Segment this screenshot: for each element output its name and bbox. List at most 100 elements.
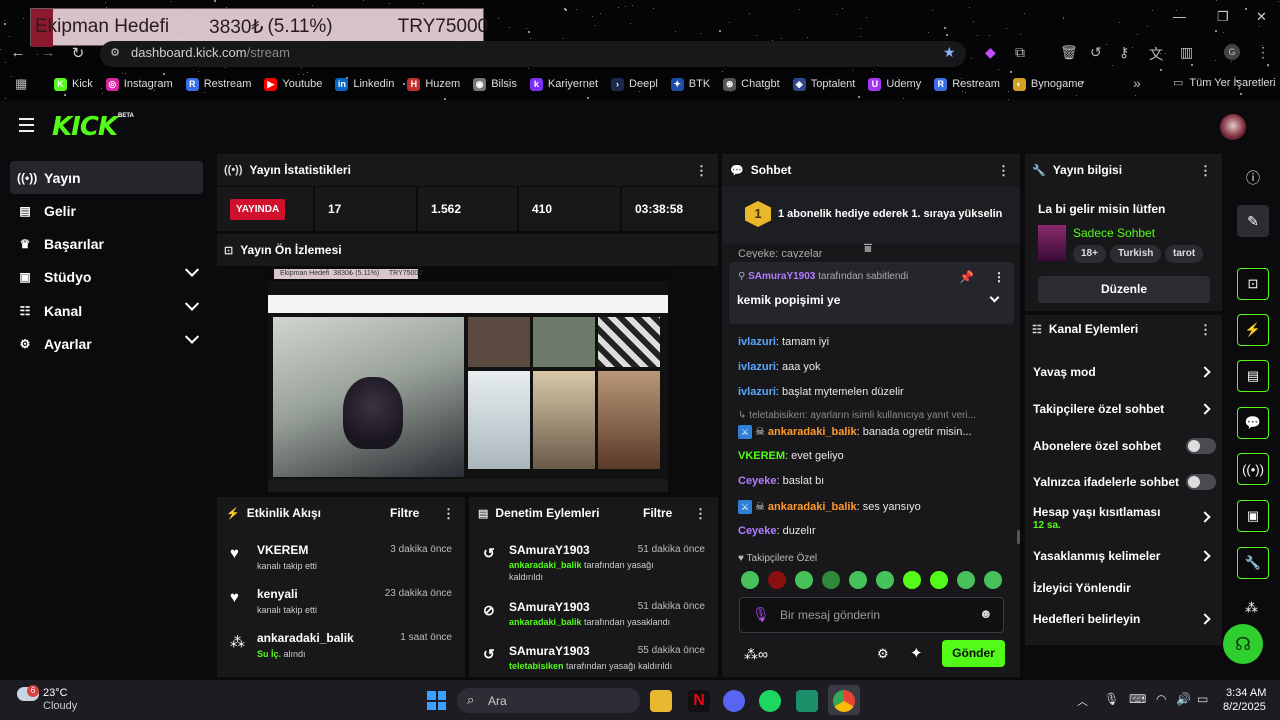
- edit-button[interactable]: Düzenle: [1038, 276, 1210, 303]
- sidebar-item-5[interactable]: ⚙ Ayarlar: [10, 327, 203, 360]
- stats-more-icon[interactable]: ⋮: [695, 163, 708, 179]
- apps-grid-icon[interactable]: ▦: [15, 76, 27, 92]
- moderation-user[interactable]: SAmuraY1903: [509, 600, 590, 614]
- bookmark-btk[interactable]: ✦ BTK: [670, 77, 710, 91]
- restore-icon[interactable]: ❐: [1217, 9, 1229, 25]
- channel-action-label[interactable]: Yavaş mod: [1033, 365, 1096, 379]
- bookmark-restream[interactable]: R Restream: [185, 77, 251, 91]
- chevron-down-icon[interactable]: [184, 262, 200, 277]
- all-bookmarks-link[interactable]: ▭ Tüm Yer İşaretleri: [1173, 76, 1276, 89]
- netflix-icon[interactable]: N: [688, 690, 710, 712]
- moderation-user[interactable]: SAmuraY1903: [509, 644, 590, 658]
- chat-username[interactable]: Ceyeke: [738, 525, 777, 537]
- bookmark-star-icon[interactable]: ★: [943, 44, 956, 61]
- bookmark-kick[interactable]: K Kick: [54, 77, 93, 91]
- emote-8[interactable]: [930, 571, 948, 589]
- chat-username[interactable]: ivlazuri: [738, 336, 776, 348]
- rail-layout-icon[interactable]: ▣: [1237, 500, 1269, 532]
- collapse-banner-icon[interactable]: ⩸: [864, 240, 872, 256]
- chat-scrollbar[interactable]: [1017, 530, 1020, 544]
- translate-icon[interactable]: 文: [1149, 44, 1163, 64]
- puzzle-icon[interactable]: ⧉: [1015, 44, 1025, 61]
- bookmark-youtube[interactable]: ▶ Youtube: [264, 77, 322, 91]
- history-icon[interactable]: ↺: [1090, 44, 1102, 61]
- rail-broadcast-icon[interactable]: ((•)): [1237, 453, 1269, 485]
- emote-5[interactable]: [849, 571, 867, 589]
- keyboard-icon[interactable]: ⌨: [1129, 692, 1146, 706]
- moderation-user[interactable]: SAmuraY1903: [509, 543, 590, 557]
- user-avatar[interactable]: [1220, 114, 1246, 140]
- sidebar-item-4[interactable]: ☷ Kanal: [10, 294, 203, 327]
- profile-icon[interactable]: G: [1224, 44, 1240, 60]
- emoji-icon[interactable]: ☻: [979, 606, 993, 621]
- unpin-icon[interactable]: 📌: [959, 270, 974, 284]
- channel-action-label[interactable]: Hedefleri belirleyin: [1033, 612, 1140, 626]
- emote-3[interactable]: [795, 571, 813, 589]
- menu-icon[interactable]: ⋮: [1256, 44, 1270, 61]
- chat-username[interactable]: ivlazuri: [738, 361, 776, 373]
- chat-username[interactable]: VKEREM: [738, 450, 785, 462]
- bookmark-restream[interactable]: R Restream: [934, 77, 1000, 91]
- rail-kicks-icon[interactable]: ⁂: [1245, 600, 1258, 616]
- bookmark-toptalent[interactable]: ◈ Toptalent: [792, 77, 855, 91]
- chat-tool-icon[interactable]: ✦: [910, 644, 923, 662]
- stream-preview[interactable]: Ekipman Hedefi 3830₺ (5.11%) TRY75000: [268, 267, 668, 492]
- bookmark-linkedin[interactable]: in Linkedin: [335, 77, 394, 91]
- emote-4[interactable]: [822, 571, 840, 589]
- clock-date[interactable]: 8/2/2025: [1223, 701, 1266, 713]
- tag-chip[interactable]: tarot: [1165, 245, 1204, 263]
- sidebar-item-0[interactable]: ((•)) Yayın: [10, 161, 203, 194]
- send-button[interactable]: Gönder: [942, 640, 1005, 667]
- emote-10[interactable]: [984, 571, 1002, 589]
- minimize-icon[interactable]: —: [1173, 9, 1186, 24]
- support-headset-icon[interactable]: ☊: [1223, 624, 1263, 664]
- site-info-icon[interactable]: ⚙: [106, 46, 124, 59]
- trash-icon[interactable]: 🗑: [1060, 44, 1078, 61]
- weather-temp[interactable]: 23°C: [43, 687, 68, 699]
- url-text[interactable]: dashboard.kick.com/stream: [131, 45, 290, 60]
- chevron-down-icon[interactable]: [184, 296, 200, 311]
- taskbar-search[interactable]: [457, 688, 640, 713]
- channel-action-label[interactable]: Yalnızca ifadelerle sohbet: [1033, 475, 1179, 489]
- rail-tools-icon[interactable]: 🔧: [1237, 547, 1269, 579]
- emote-2[interactable]: [768, 571, 786, 589]
- battery-icon[interactable]: ▭: [1197, 692, 1208, 706]
- toggle-switch[interactable]: [1186, 438, 1216, 454]
- tray-overflow-icon[interactable]: ︿: [1077, 693, 1088, 709]
- discord-icon[interactable]: [723, 690, 745, 712]
- activity-user[interactable]: VKEREM: [257, 543, 308, 557]
- hamburger-menu-icon[interactable]: [19, 118, 34, 132]
- bookmark-huzem[interactable]: H Huzem: [407, 77, 460, 91]
- sidebar-item-2[interactable]: ♛ Başarılar: [10, 227, 203, 260]
- rail-preview-icon[interactable]: ⊡: [1237, 268, 1269, 300]
- bookmark-instagram[interactable]: ◎ Instagram: [105, 77, 173, 91]
- key-icon[interactable]: ⚷: [1119, 44, 1129, 61]
- emote-1[interactable]: [741, 571, 759, 589]
- moderation-actor[interactable]: teletabisiken: [509, 661, 564, 671]
- chat-settings-icon[interactable]: ⚙: [877, 646, 889, 662]
- channel-action-label[interactable]: Hesap yaşı kısıtlaması: [1033, 505, 1160, 519]
- channel-action-label[interactable]: İzleyici Yönlendir: [1033, 581, 1131, 595]
- pinned-more-icon[interactable]: ⋮: [993, 270, 1005, 284]
- moderation-actor[interactable]: ankaradaki_balik: [509, 617, 582, 627]
- tag-chip[interactable]: 18+: [1073, 245, 1106, 263]
- app-icon[interactable]: [796, 690, 818, 712]
- extension-icon[interactable]: ◆: [985, 44, 996, 61]
- chrome-icon[interactable]: [833, 690, 855, 712]
- sidepanel-icon[interactable]: ▥: [1180, 44, 1193, 61]
- windows-start-icon[interactable]: [427, 691, 446, 710]
- tag-chip[interactable]: Turkish: [1110, 245, 1162, 263]
- rail-activity-icon[interactable]: ⚡: [1237, 314, 1269, 346]
- bookmark-deepl[interactable]: › Deepl: [611, 77, 658, 91]
- sidebar-item-1[interactable]: ▤ Gelir: [10, 194, 203, 227]
- back-icon[interactable]: ←: [9, 44, 27, 61]
- chat-more-icon[interactable]: ⋮: [997, 163, 1010, 179]
- activity-user[interactable]: kenyali: [257, 587, 298, 601]
- chat-username[interactable]: Ceyeke: [738, 475, 777, 487]
- toggle-switch[interactable]: [1186, 474, 1216, 490]
- bookmark-kariyernet[interactable]: k Kariyernet: [529, 77, 598, 91]
- forward-icon[interactable]: →: [39, 44, 57, 61]
- volume-icon[interactable]: 🔊: [1176, 692, 1191, 706]
- rail-log-icon[interactable]: ▤: [1237, 360, 1269, 392]
- chat-username[interactable]: ankaradaki_balik: [768, 501, 857, 513]
